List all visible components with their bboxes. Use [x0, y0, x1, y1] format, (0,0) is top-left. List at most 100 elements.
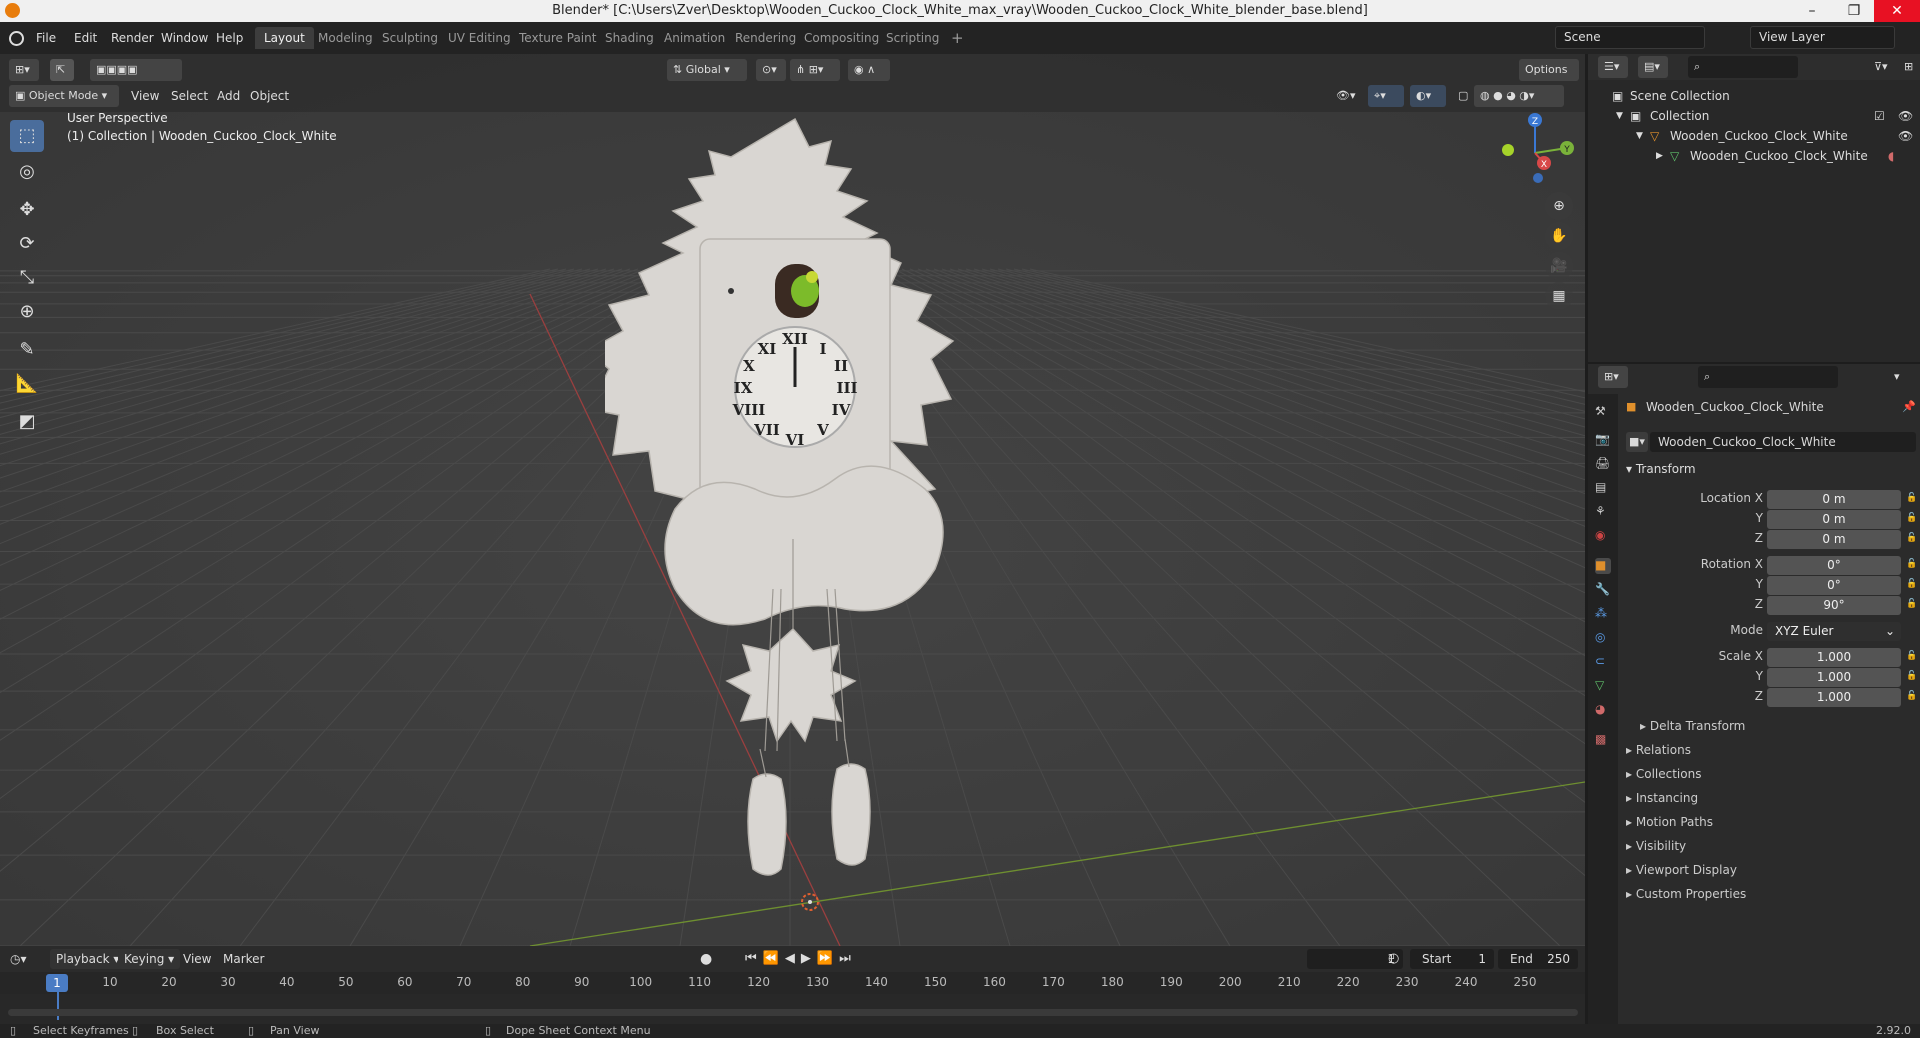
close-button[interactable]: ✕ [1874, 0, 1920, 22]
new-collection-icon[interactable]: ⊞ [1898, 56, 1918, 78]
eye-icon[interactable]: 👁 [1898, 126, 1913, 146]
exclude-checkbox[interactable]: ☑ [1874, 106, 1885, 126]
lock-icon[interactable]: 🔓 [1906, 691, 1917, 701]
render-tab-icon[interactable]: 📷 [1595, 432, 1611, 448]
navigation-gizmo[interactable]: Z Y X [1490, 108, 1580, 198]
camera-icon[interactable]: 🎥 [1545, 252, 1573, 280]
timeline-menu-playback[interactable]: Playback ▾ [50, 949, 126, 969]
scene-tab-icon[interactable]: ⚘ [1595, 504, 1611, 520]
instancing-section[interactable]: ▸ Instancing [1626, 791, 1698, 805]
lock-icon[interactable]: 🔓 [1906, 671, 1917, 681]
viewport-menu-add[interactable]: Add [217, 85, 240, 107]
texture-tab-icon[interactable]: ▩ [1595, 732, 1611, 748]
tab-animation[interactable]: Animation [655, 27, 734, 49]
menu-window[interactable]: Window [153, 22, 216, 54]
lock-icon[interactable]: 🔓 [1906, 599, 1917, 609]
timeline-scrollbar[interactable] [8, 1009, 1578, 1016]
3d-viewport[interactable]: XII I II III IV V VI VII VIII IX X XI ⊞▾ ⇱ ▣▣▣▣ … [0, 54, 1585, 946]
timeline-editor[interactable]: ◷▾ Playback ▾ Keying ▾ View Marker ● ⏮⏪◀… [0, 946, 1585, 1024]
select-tool-icon[interactable]: ⇱ [50, 59, 74, 81]
start-frame-field[interactable]: Start 1 [1410, 949, 1494, 969]
rotate-icon[interactable]: ⟳ [10, 228, 44, 260]
maximize-button[interactable]: ❐ [1834, 0, 1874, 22]
current-frame-indicator[interactable]: 1 [46, 974, 68, 992]
pin-icon[interactable]: 📌 [1902, 400, 1916, 413]
tab-layout[interactable]: Layout [255, 27, 314, 49]
scale-z-field[interactable]: 1.000 [1767, 688, 1901, 707]
cuckoo-clock-model[interactable]: XIIIII IIIIVV VIVIIVIII IXXXI [605, 109, 990, 909]
pivot-icon[interactable]: ⊙▾ [756, 59, 786, 81]
display-mode-icon[interactable]: ▤▾ [1638, 56, 1668, 78]
tab-compositing[interactable]: Compositing [795, 27, 888, 49]
visibility-icon[interactable]: 👁▾ [1330, 85, 1362, 107]
menu-file[interactable]: File [28, 22, 64, 54]
material-tab-icon[interactable]: ◕ [1595, 702, 1611, 718]
select-mode-buttons[interactable]: ▣▣▣▣ [90, 59, 182, 81]
add-workspace-button[interactable]: + [942, 27, 973, 49]
collections-section[interactable]: ▸ Collections [1626, 767, 1701, 781]
pan-hand-icon[interactable]: ✋ [1545, 222, 1573, 250]
editor-type-icon[interactable]: ⊞▾ [9, 59, 39, 81]
view-layer-selector[interactable]: View Layer [1750, 26, 1895, 49]
tab-shading[interactable]: Shading [596, 27, 663, 49]
outliner-scene-collection[interactable]: ▣ Scene Collection [1588, 86, 1920, 106]
frame-ruler[interactable]: 10 20 30 40 50 60 70 80 90 100 110 120 130 140 150 160 1… [0, 972, 1585, 994]
options-button[interactable]: Options ▾ [1519, 59, 1579, 98]
modifier-tab-icon[interactable]: 🔧 [1595, 582, 1611, 598]
end-frame-field[interactable]: End 250 [1498, 949, 1578, 969]
measure-icon[interactable]: 📐 [10, 368, 44, 400]
blender-menu-icon[interactable] [9, 31, 24, 46]
annotate-icon[interactable]: ✎ [10, 334, 44, 366]
transform-icon[interactable]: ⊕ [10, 296, 44, 328]
location-x-field[interactable]: 0 m [1767, 490, 1901, 509]
expand-arrow-icon[interactable]: ▼ [1616, 106, 1623, 126]
timeline-menu-marker[interactable]: Marker [223, 949, 264, 969]
location-z-field[interactable]: 0 m [1767, 530, 1901, 549]
viewport-display-section[interactable]: ▸ Viewport Display [1626, 863, 1737, 877]
delta-transform-section[interactable]: ▸ Delta Transform [1640, 719, 1745, 733]
outliner-collection[interactable]: ▼ ▣ Collection ☑ 👁 [1588, 106, 1920, 126]
scale-y-field[interactable]: 1.000 [1767, 668, 1901, 687]
object-tab-icon[interactable]: ■ [1595, 558, 1611, 574]
visibility-section[interactable]: ▸ Visibility [1626, 839, 1686, 853]
shading-mode-icons[interactable]: ◍ ● ◕ ◑▾ [1474, 85, 1564, 107]
timeline-editor-type-icon[interactable]: ◷▾ [10, 949, 40, 969]
add-cube-icon[interactable]: ◩ [10, 406, 44, 438]
cursor-icon[interactable]: ◎ [10, 156, 44, 188]
data-tab-icon[interactable]: ▽ [1595, 678, 1611, 694]
output-tab-icon[interactable]: 🖨 [1595, 456, 1611, 472]
lock-icon[interactable]: 🔓 [1906, 513, 1917, 523]
outliner-type-icon[interactable]: ☰▾ [1598, 56, 1628, 78]
lock-icon[interactable]: 🔓 [1906, 533, 1917, 543]
viewport-menu-object[interactable]: Object [250, 85, 289, 107]
tab-uv-editing[interactable]: UV Editing [439, 27, 520, 49]
tab-sculpting[interactable]: Sculpting [373, 27, 447, 49]
rotation-x-field[interactable]: 0° [1767, 556, 1901, 575]
object-name-field[interactable]: Wooden_Cuckoo_Clock_White [1650, 432, 1916, 452]
lock-icon[interactable]: 🔓 [1906, 559, 1917, 569]
outliner-search-input[interactable]: ⌕ [1688, 56, 1798, 78]
record-icon[interactable]: ● [700, 949, 712, 969]
tab-rendering[interactable]: Rendering [726, 27, 805, 49]
scale-x-field[interactable]: 1.000 [1767, 648, 1901, 667]
rotation-z-field[interactable]: 90° [1767, 596, 1901, 615]
location-y-field[interactable]: 0 m [1767, 510, 1901, 529]
filter-icon[interactable]: ⊽▾ [1868, 56, 1896, 78]
lock-icon[interactable]: 🔓 [1906, 493, 1917, 503]
timeline-menu-view[interactable]: View [183, 949, 211, 969]
scale-icon[interactable]: ⤡ [10, 262, 44, 294]
viewport-menu-view[interactable]: View [131, 85, 159, 107]
custom-properties-section[interactable]: ▸ Custom Properties [1626, 887, 1746, 901]
collapse-arrow-icon[interactable]: ▶ [1656, 146, 1663, 166]
motion-paths-section[interactable]: ▸ Motion Paths [1626, 815, 1713, 829]
rotation-y-field[interactable]: 0° [1767, 576, 1901, 595]
menu-edit[interactable]: Edit [66, 22, 105, 54]
properties-editor[interactable]: ⊞▾ ⌕ ▾ ⚒ 📷 🖨 ▤ ⚘ ◉ ■ 🔧 ⁂ ◎ ⊂ ▽ ◕ ▩ ■ Woo… [1588, 364, 1920, 1024]
outliner-mesh-row[interactable]: ▶ ▽ Wooden_Cuckoo_Clock_White ◖ [1588, 146, 1920, 166]
lock-icon[interactable]: 🔓 [1906, 651, 1917, 661]
constraint-tab-icon[interactable]: ⊂ [1595, 654, 1611, 670]
tab-modeling[interactable]: Modeling [309, 27, 382, 49]
orientation-selector[interactable]: ⇅ Global ▾ [667, 59, 747, 81]
tool-tab-icon[interactable]: ⚒ [1595, 404, 1611, 420]
menu-help[interactable]: Help [208, 22, 251, 54]
